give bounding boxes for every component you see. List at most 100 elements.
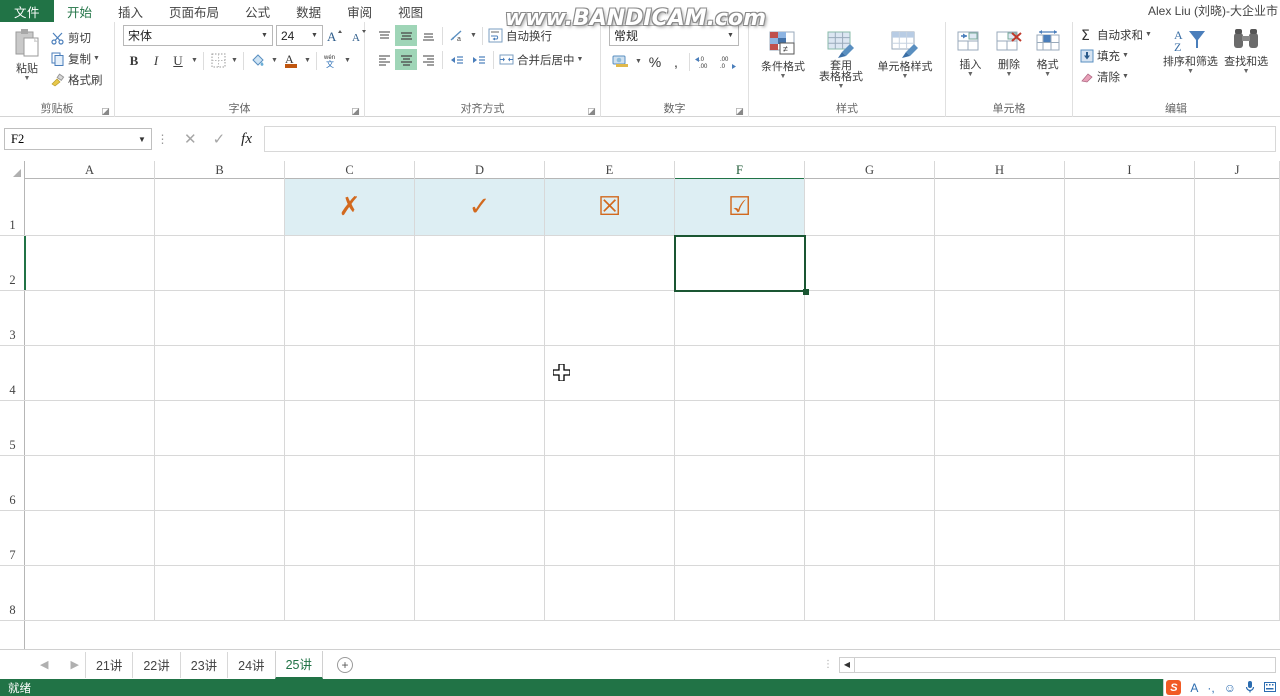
cell-E3[interactable] [545, 291, 675, 346]
format-as-table-button[interactable]: 套用 表格格式 ▼ [812, 27, 870, 90]
increase-indent-button[interactable] [468, 49, 490, 70]
percent-style-button[interactable]: % [644, 51, 666, 72]
orientation-button[interactable]: a [446, 25, 468, 46]
sort-filter-button[interactable]: A Z 排序和筛选 ▼ [1163, 24, 1219, 75]
cell-G3[interactable] [805, 291, 935, 346]
increase-font-size-button[interactable]: A [323, 25, 347, 46]
underline-button[interactable]: U [167, 50, 189, 71]
row-header-6[interactable]: 6 [0, 456, 25, 511]
cell-J6[interactable] [1195, 456, 1280, 511]
cell-J5[interactable] [1195, 401, 1280, 456]
font-size-caret-icon[interactable]: ▼ [307, 32, 322, 39]
number-format-combo[interactable]: 常规 ▼ [609, 25, 739, 46]
cell-A2[interactable] [25, 236, 155, 291]
cell-G5[interactable] [805, 401, 935, 456]
font-size-combo[interactable]: 24 ▼ [276, 25, 323, 46]
add-sheet-button[interactable]: + [336, 656, 353, 673]
cut-button[interactable]: 剪切 [49, 27, 105, 48]
column-header-J[interactable]: J [1195, 161, 1280, 179]
cell-A4[interactable] [25, 346, 155, 401]
row-header-1[interactable]: 1 [0, 179, 25, 236]
paste-button[interactable]: 粘贴 ▼ [5, 25, 49, 82]
cell-I2[interactable] [1065, 236, 1195, 291]
active-cell-outline[interactable] [674, 235, 806, 292]
clear-caret-icon[interactable]: ▼ [1120, 66, 1131, 87]
cell-D7[interactable] [415, 511, 545, 566]
clipboard-dialog-launcher[interactable]: ◪ [101, 107, 110, 116]
fill-button[interactable]: 填充 ▼ [1078, 45, 1163, 66]
copy-button[interactable]: 复制 ▼ [49, 48, 105, 69]
cell-C7[interactable] [285, 511, 415, 566]
cell-C4[interactable] [285, 346, 415, 401]
cell-H4[interactable] [935, 346, 1065, 401]
orientation-caret-icon[interactable]: ▼ [468, 25, 479, 46]
sort-filter-caret-icon[interactable]: ▼ [1187, 68, 1194, 75]
cell-H7[interactable] [935, 511, 1065, 566]
ime-mode-icon[interactable]: A [1190, 681, 1198, 695]
row-header-5[interactable]: 5 [0, 401, 25, 456]
comma-style-button[interactable]: , [666, 51, 686, 72]
column-header-E[interactable]: E [545, 161, 675, 179]
user-account-label[interactable]: Alex Liu (刘晓)-大企业市 [1148, 2, 1278, 19]
underline-caret-icon[interactable]: ▼ [189, 50, 200, 71]
borders-button[interactable] [207, 50, 229, 71]
cell-A6[interactable] [25, 456, 155, 511]
cell-styles-caret-icon[interactable]: ▼ [902, 73, 909, 80]
sheet-tab-24[interactable]: 24讲 [227, 651, 274, 678]
row-header-4[interactable]: 4 [0, 346, 25, 401]
format-as-table-caret-icon[interactable]: ▼ [838, 83, 845, 90]
font-color-button[interactable]: A [280, 50, 302, 71]
conditional-formatting-caret-icon[interactable]: ▼ [780, 73, 787, 80]
format-cells-caret-icon[interactable]: ▼ [1044, 71, 1051, 78]
align-center-button[interactable] [395, 49, 417, 70]
column-header-C[interactable]: C [285, 161, 415, 179]
font-name-caret-icon[interactable]: ▼ [257, 32, 272, 39]
cell-D5[interactable] [415, 401, 545, 456]
align-left-button[interactable] [373, 49, 395, 70]
cell-J3[interactable] [1195, 291, 1280, 346]
wrap-text-button[interactable]: 自动换行 [486, 25, 554, 46]
column-header-I[interactable]: I [1065, 161, 1195, 179]
align-bottom-button[interactable] [417, 25, 439, 46]
cell-E8[interactable] [545, 566, 675, 621]
align-right-button[interactable] [417, 49, 439, 70]
cell-I7[interactable] [1065, 511, 1195, 566]
ime-emoji-icon[interactable]: ☺ [1224, 681, 1236, 695]
column-header-G[interactable]: G [805, 161, 935, 179]
cell-C8[interactable] [285, 566, 415, 621]
cell-I8[interactable] [1065, 566, 1195, 621]
cell-J1[interactable] [1195, 179, 1280, 236]
cell-G7[interactable] [805, 511, 935, 566]
cell-J7[interactable] [1195, 511, 1280, 566]
merge-center-button[interactable]: 合并后居中 ▼ [497, 49, 588, 70]
italic-button[interactable]: I [145, 50, 167, 71]
decrease-indent-button[interactable] [446, 49, 468, 70]
cell-B8[interactable] [155, 566, 285, 621]
row-header-8[interactable]: 8 [0, 566, 25, 621]
font-name-combo[interactable]: 宋体 ▼ [123, 25, 273, 46]
delete-cells-caret-icon[interactable]: ▼ [1006, 71, 1013, 78]
confirm-entry-icon[interactable]: ✓ [213, 130, 226, 148]
ime-keyboard-icon[interactable] [1264, 681, 1276, 695]
accounting-format-button[interactable] [609, 51, 633, 72]
cell-A8[interactable] [25, 566, 155, 621]
autosum-caret-icon[interactable]: ▼ [1143, 24, 1154, 45]
insert-cells-button[interactable]: 插入 ▼ [951, 27, 989, 78]
paste-caret-icon[interactable]: ▼ [24, 75, 31, 82]
scroll-left-arrow-icon[interactable]: ◀ [840, 657, 855, 672]
format-painter-button[interactable]: 格式刷 [49, 69, 105, 90]
increase-decimal-button[interactable]: .0.00 [693, 51, 717, 72]
cell-B5[interactable] [155, 401, 285, 456]
insert-function-icon[interactable]: fx [241, 131, 252, 148]
cell-F3[interactable] [675, 291, 805, 346]
fill-color-caret-icon[interactable]: ▼ [269, 50, 280, 71]
fill-handle[interactable] [803, 289, 809, 295]
cell-H8[interactable] [935, 566, 1065, 621]
cell-A5[interactable] [25, 401, 155, 456]
phonetic-guide-button[interactable]: wén 文 [320, 50, 342, 71]
cell-D6[interactable] [415, 456, 545, 511]
cell-G1[interactable] [805, 179, 935, 236]
conditional-formatting-button[interactable]: ≠ 条件格式 ▼ [754, 27, 812, 80]
cell-G4[interactable] [805, 346, 935, 401]
sheet-next-arrow-icon[interactable]: ▶ [70, 658, 78, 671]
